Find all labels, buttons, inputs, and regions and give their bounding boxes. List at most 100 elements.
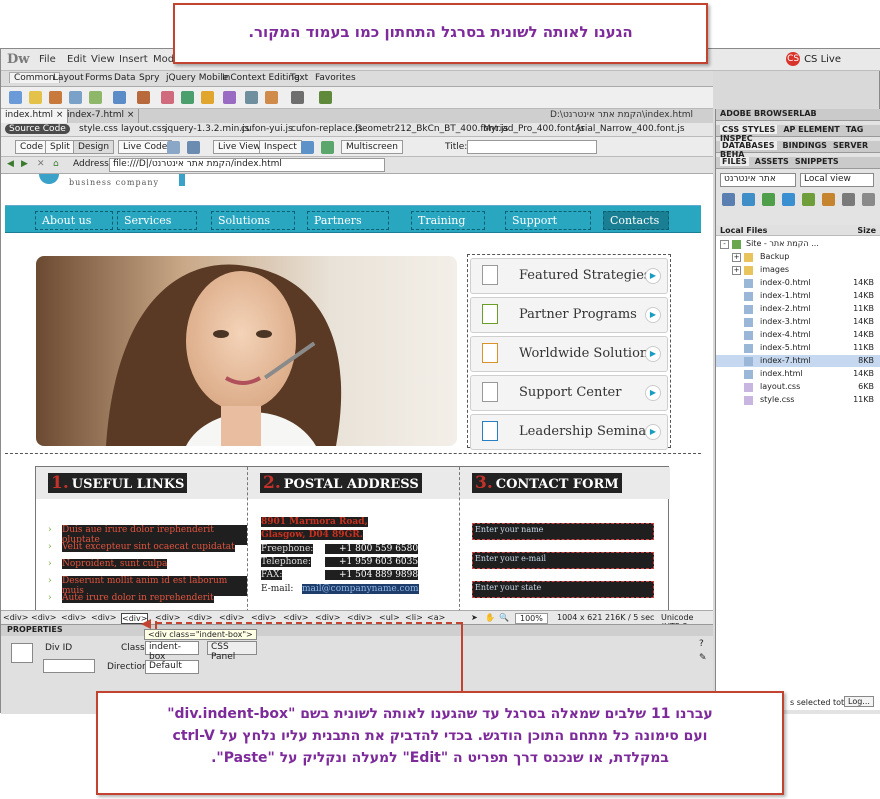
tab-layout[interactable]: Layout — [53, 73, 84, 83]
email-link-icon[interactable] — [29, 91, 42, 104]
tag-crumb[interactable]: <div> — [251, 613, 276, 622]
tab-text[interactable]: Text — [290, 73, 308, 83]
title-input[interactable] — [467, 140, 597, 154]
tab-index7-html[interactable]: index-7.html × — [63, 109, 140, 123]
class-select[interactable]: indent-box — [145, 641, 199, 662]
related-file[interactable]: Arial_Narrow_400.font.js — [575, 124, 685, 134]
media-icon[interactable] — [137, 91, 150, 104]
help-icon[interactable]: ? — [699, 639, 704, 649]
tag-crumb[interactable]: <div> — [155, 613, 180, 622]
tag-crumb[interactable]: <ul> — [379, 613, 400, 622]
tab-databases[interactable]: DATABASES — [720, 141, 777, 150]
quick-tag-editor-icon[interactable]: ✎ — [699, 653, 707, 663]
related-file[interactable]: cufon-replace.js — [291, 124, 363, 134]
image-icon[interactable] — [113, 91, 126, 104]
check-out-icon[interactable] — [802, 193, 815, 206]
inspect-icon[interactable] — [187, 141, 200, 154]
related-source-code[interactable]: Source Code — [5, 124, 70, 134]
tab-incontext-editing[interactable]: InContext Editing — [222, 73, 300, 83]
related-file[interactable]: style.css — [79, 124, 118, 134]
view-select[interactable]: Local view — [800, 173, 874, 187]
link-item[interactable]: › Noproident, sunt culpa — [48, 559, 168, 569]
collapse-icon[interactable]: - — [720, 240, 729, 249]
file-row[interactable]: index-5.html 11KB — [716, 342, 880, 354]
stop-icon[interactable]: ✕ — [37, 159, 45, 169]
file-row[interactable]: + Backup — [716, 251, 880, 263]
tag-crumb[interactable]: <div> — [31, 613, 56, 622]
tab-bindings[interactable]: BINDINGS — [783, 141, 827, 150]
check-in-icon[interactable] — [822, 193, 835, 206]
tag-crumb[interactable]: <a> — [427, 613, 445, 622]
link-item[interactable]: › Aute irure dolor in reprehenderit — [48, 593, 214, 603]
anchor-icon[interactable] — [49, 91, 62, 104]
expand-icon[interactable]: + — [732, 253, 741, 262]
comment-icon[interactable] — [201, 91, 214, 104]
tab-spry[interactable]: Spry — [139, 73, 159, 83]
home-icon[interactable]: ⌂ — [53, 159, 59, 169]
tab-common[interactable]: Common — [9, 72, 60, 83]
tag-crumb[interactable]: <div> — [347, 613, 372, 622]
menu-file[interactable]: File — [39, 54, 56, 65]
menu-edit[interactable]: Edit — [67, 54, 86, 65]
expand-icon[interactable]: + — [732, 266, 741, 275]
tag-crumb[interactable]: <div> — [219, 613, 244, 622]
tag-crumb[interactable]: <div> — [187, 613, 212, 622]
hyperlink-icon[interactable] — [9, 91, 22, 104]
code-view-button[interactable]: Code — [15, 140, 49, 154]
tag-chooser-icon[interactable] — [291, 91, 304, 104]
size-column[interactable]: Size — [857, 226, 876, 235]
file-row[interactable]: index-2.html 11KB — [716, 303, 880, 315]
nav-solutions[interactable]: Solutions — [211, 211, 295, 230]
refresh-icon[interactable] — [321, 141, 334, 154]
local-files-column[interactable]: Local Files — [720, 226, 767, 235]
date-icon[interactable] — [161, 91, 174, 104]
feature-item[interactable]: Worldwide Solutions ▶ — [470, 336, 668, 372]
direction-select[interactable]: Default — [145, 660, 199, 674]
tab-index-html[interactable]: index.html × — [1, 109, 69, 123]
live-view-button[interactable]: Live View — [213, 140, 266, 154]
tag-crumb[interactable]: <div> — [91, 613, 116, 622]
cs-live[interactable]: CS CS Live — [786, 52, 841, 66]
menu-view[interactable]: View — [91, 54, 115, 65]
nav-contacts[interactable]: Contacts — [603, 211, 669, 230]
tag-crumb[interactable]: <li> — [405, 613, 423, 622]
file-row[interactable]: index-0.html 14KB — [716, 277, 880, 289]
check-browser-icon[interactable] — [167, 141, 180, 154]
name-field[interactable]: Enter your name — [472, 523, 654, 540]
design-view-button[interactable]: Design — [73, 140, 115, 154]
tab-snippets[interactable]: SNIPPETS — [795, 157, 839, 166]
zoom-select[interactable]: 100% — [515, 613, 548, 624]
live-code-button[interactable]: Live Code — [118, 140, 173, 154]
site-select[interactable]: אתר אינטרנט — [720, 173, 796, 187]
templates-icon[interactable] — [265, 91, 278, 104]
refresh-icon[interactable] — [742, 193, 755, 206]
email-link[interactable]: mail@companyname.com — [302, 584, 419, 594]
forward-icon[interactable]: ▶ — [21, 159, 28, 169]
nav-partners[interactable]: Partners — [307, 211, 389, 230]
file-row[interactable]: index-1.html 14KB — [716, 290, 880, 302]
related-file[interactable]: Myriad_Pro_400.font.js — [483, 124, 585, 134]
split-view-button[interactable]: Split — [45, 140, 75, 154]
file-row[interactable]: index.html 14KB — [716, 368, 880, 380]
expand-icon[interactable] — [862, 193, 875, 206]
address-input[interactable]: file:///D|/הקמת אתר אינטרנט/index.html — [109, 158, 385, 172]
div-id-select[interactable] — [43, 659, 95, 673]
tab-files[interactable]: FILES — [720, 157, 749, 166]
tab-forms[interactable]: Forms — [85, 73, 112, 83]
server-include-icon[interactable] — [181, 91, 194, 104]
tab-assets[interactable]: ASSETS — [755, 157, 789, 166]
table-icon[interactable] — [69, 91, 82, 104]
window-size[interactable]: 1004 x 621 — [557, 613, 602, 622]
tab-data[interactable]: Data — [114, 73, 136, 83]
related-file[interactable]: layout.css — [121, 124, 166, 134]
nav-training[interactable]: Training — [411, 211, 485, 230]
head-icon[interactable] — [223, 91, 236, 104]
tab-css-styles[interactable]: CSS STYLES — [720, 125, 778, 134]
select-tool-icon[interactable]: ➤ — [471, 613, 478, 622]
email-field[interactable]: Enter your e-mail — [472, 552, 654, 569]
preview-icon[interactable] — [301, 141, 314, 154]
browserlab-panel[interactable]: ADOBE BROWSERLAB — [716, 109, 880, 121]
get-files-icon[interactable] — [762, 193, 775, 206]
related-file[interactable]: cufon-yui.js — [241, 124, 293, 134]
nav-services[interactable]: Services — [117, 211, 197, 230]
